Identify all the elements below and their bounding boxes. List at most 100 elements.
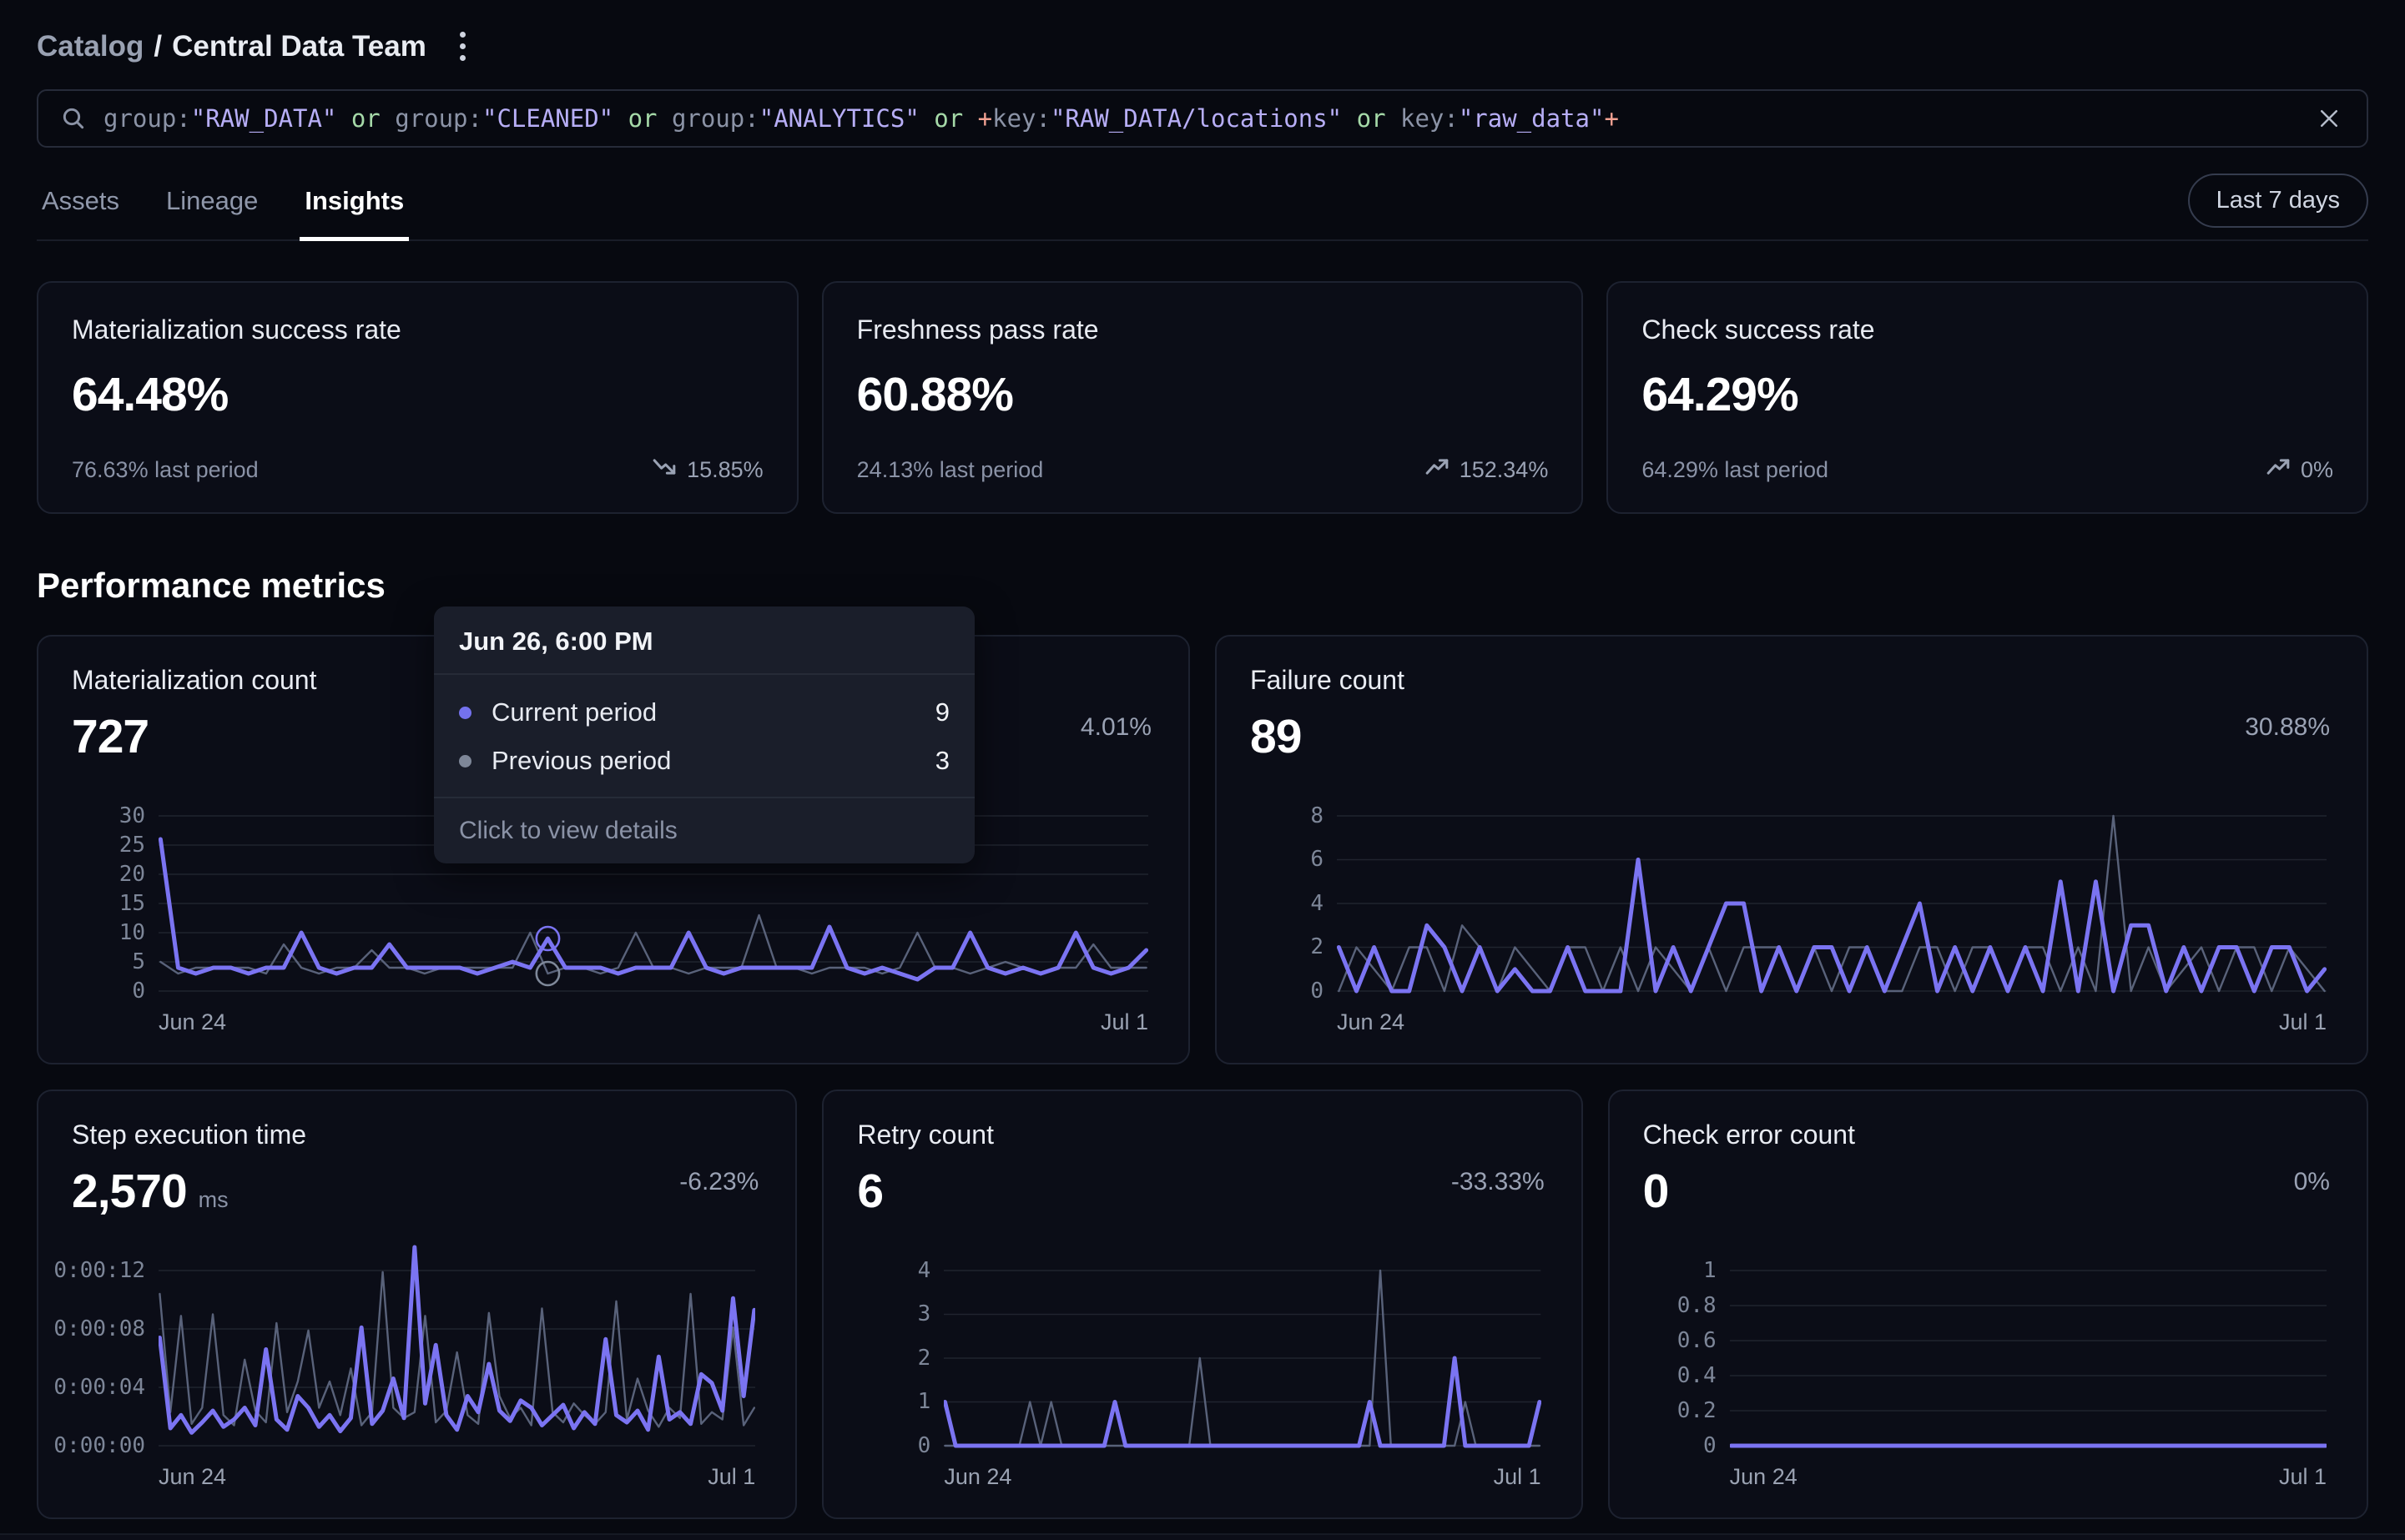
chart-title: Failure count bbox=[1250, 665, 2333, 696]
x-axis-end-label: Jul 1 bbox=[708, 1464, 755, 1490]
breadcrumb-separator: / bbox=[154, 30, 162, 63]
chart-value: 89 bbox=[1250, 709, 1301, 764]
tab-assets[interactable]: Assets bbox=[37, 186, 124, 239]
y-tick-label: 15 bbox=[119, 891, 145, 916]
tab-insights[interactable]: Insights bbox=[300, 186, 409, 241]
asset-search-input[interactable]: group:"RAW_DATA" or group:"CLEANED" or g… bbox=[37, 89, 2368, 148]
search-token: group: bbox=[672, 104, 759, 133]
x-axis-labels: Jun 24 Jul 1 bbox=[159, 1464, 755, 1490]
chart-card: Retry count 6 -33.33% 43210 Jun 24 Jul 1 bbox=[822, 1090, 1582, 1519]
y-tick-label: 0 bbox=[132, 979, 145, 1004]
x-axis-end-label: Jul 1 bbox=[1101, 1009, 1148, 1035]
tooltip-series-row: Current period 9 bbox=[434, 688, 975, 737]
x-axis-start-label: Jun 24 bbox=[944, 1464, 1011, 1490]
stat-card-title: Check success rate bbox=[1641, 315, 2333, 345]
tab-lineage[interactable]: Lineage bbox=[161, 186, 263, 239]
x-axis-start-label: Jun 24 bbox=[159, 1464, 226, 1490]
x-axis-start-label: Jun 24 bbox=[1730, 1464, 1797, 1490]
y-tick-label: 4 bbox=[918, 1258, 931, 1283]
stat-last-period: 76.63% last period bbox=[72, 457, 259, 483]
stat-last-period: 64.29% last period bbox=[1641, 457, 1828, 483]
x-axis-labels: Jun 24 Jul 1 bbox=[1730, 1464, 2327, 1490]
search-token: + bbox=[1604, 104, 1618, 133]
chart-delta-percent: -6.23% bbox=[679, 1168, 759, 1196]
chart-row-secondary: Step execution time 2,570 ms -6.23% 0:00… bbox=[37, 1090, 2368, 1519]
y-tick-label: 3 bbox=[918, 1301, 931, 1326]
x-axis-start-label: Jun 24 bbox=[1337, 1009, 1404, 1035]
stat-card-title: Freshness pass rate bbox=[857, 315, 1549, 345]
search-token: or bbox=[613, 104, 672, 133]
chart-value: 2,570 bbox=[72, 1164, 187, 1219]
chart-title: Step execution time bbox=[72, 1120, 762, 1150]
y-axis-labels: 0:00:120:00:080:00:040:00:00 bbox=[72, 1237, 145, 1454]
y-tick-label: 0.4 bbox=[1677, 1363, 1717, 1388]
stat-card: Check success rate 64.29% 64.29% last pe… bbox=[1606, 281, 2368, 514]
y-tick-label: 0:00:04 bbox=[53, 1375, 145, 1400]
chart-area: 43210 bbox=[857, 1237, 1547, 1454]
y-axis-labels: 302520151050 bbox=[72, 783, 145, 999]
page-title: Central Data Team bbox=[172, 30, 426, 63]
search-token: group: bbox=[395, 104, 482, 133]
search-token: or bbox=[1342, 104, 1400, 133]
series-value: 9 bbox=[935, 697, 950, 727]
series-value: 3 bbox=[935, 746, 950, 776]
stat-card: Freshness pass rate 60.88% 24.13% last p… bbox=[822, 281, 1584, 514]
search-token: or bbox=[920, 104, 978, 133]
trend-up-icon bbox=[2266, 455, 2291, 484]
tooltip-timestamp: Jun 26, 6:00 PM bbox=[434, 606, 975, 675]
chart-title: Check error count bbox=[1643, 1120, 2333, 1150]
y-tick-label: 2 bbox=[1310, 934, 1324, 959]
search-token: + bbox=[978, 104, 992, 133]
breadcrumb-catalog-link[interactable]: Catalog bbox=[37, 30, 144, 63]
y-tick-label: 1 bbox=[918, 1389, 931, 1414]
stat-card-value: 64.48% bbox=[72, 367, 764, 422]
search-token: group: bbox=[103, 104, 191, 133]
series-color-dot bbox=[459, 755, 471, 767]
y-axis-labels: 43210 bbox=[857, 1237, 930, 1454]
chart-delta-percent: 4.01% bbox=[1081, 713, 1152, 742]
x-axis-end-label: Jul 1 bbox=[1494, 1464, 1541, 1490]
stat-card-value: 64.29% bbox=[1641, 367, 2333, 422]
tab-bar: Assets Lineage Insights Last 7 days bbox=[37, 169, 2368, 241]
y-tick-label: 8 bbox=[1310, 803, 1324, 828]
kebab-menu-icon[interactable] bbox=[455, 27, 471, 66]
y-tick-label: 0.6 bbox=[1677, 1328, 1717, 1353]
chart-delta-percent: -33.33% bbox=[1451, 1168, 1545, 1196]
chart-plot[interactable] bbox=[1730, 1237, 2327, 1454]
chart-area: 86420 bbox=[1250, 783, 2333, 999]
chart-plot[interactable] bbox=[159, 1237, 755, 1454]
search-token: "RAW_DATA/locations" bbox=[1051, 104, 1342, 133]
series-color-dot bbox=[459, 707, 471, 719]
x-axis-start-label: Jun 24 bbox=[159, 1009, 226, 1035]
stat-last-period: 24.13% last period bbox=[857, 457, 1044, 483]
next-section-edge bbox=[0, 1533, 2405, 1540]
clear-search-icon[interactable] bbox=[2313, 103, 2345, 134]
y-axis-labels: 86420 bbox=[1250, 783, 1324, 999]
series-label: Previous period bbox=[492, 746, 935, 776]
search-token: or bbox=[336, 104, 395, 133]
search-token: "RAW_DATA" bbox=[191, 104, 337, 133]
y-tick-label: 6 bbox=[1310, 847, 1324, 872]
chart-plot[interactable] bbox=[1337, 783, 2327, 999]
x-axis-end-label: Jul 1 bbox=[2279, 1464, 2327, 1490]
y-tick-label: 1 bbox=[1703, 1258, 1717, 1283]
y-tick-label: 0:00:12 bbox=[53, 1258, 145, 1283]
y-tick-label: 0:00:00 bbox=[53, 1433, 145, 1458]
trend-down-icon bbox=[652, 455, 677, 484]
chart-card: Failure count 89 30.88% 86420 Jun 24 Jul… bbox=[1215, 635, 2368, 1064]
y-tick-label: 5 bbox=[132, 949, 145, 974]
chart-area: 10.80.60.40.20 bbox=[1643, 1237, 2333, 1454]
search-token: "CLEANED" bbox=[482, 104, 613, 133]
chart-delta-percent: 30.88% bbox=[2245, 713, 2330, 742]
chart-card: Check error count 0 0% 10.80.60.40.20 Ju… bbox=[1608, 1090, 2368, 1519]
x-axis-labels: Jun 24 Jul 1 bbox=[944, 1464, 1540, 1490]
y-tick-label: 0 bbox=[1310, 979, 1324, 1004]
chart-plot[interactable] bbox=[944, 1237, 1540, 1454]
tooltip-hint[interactable]: Click to view details bbox=[434, 797, 975, 863]
search-token: key: bbox=[1400, 104, 1459, 133]
search-token: "raw_data" bbox=[1459, 104, 1605, 133]
stat-delta: 0% bbox=[2266, 455, 2333, 484]
y-tick-label: 0 bbox=[918, 1433, 931, 1458]
date-range-button[interactable]: Last 7 days bbox=[2188, 174, 2368, 228]
stat-delta: 15.85% bbox=[652, 455, 764, 484]
